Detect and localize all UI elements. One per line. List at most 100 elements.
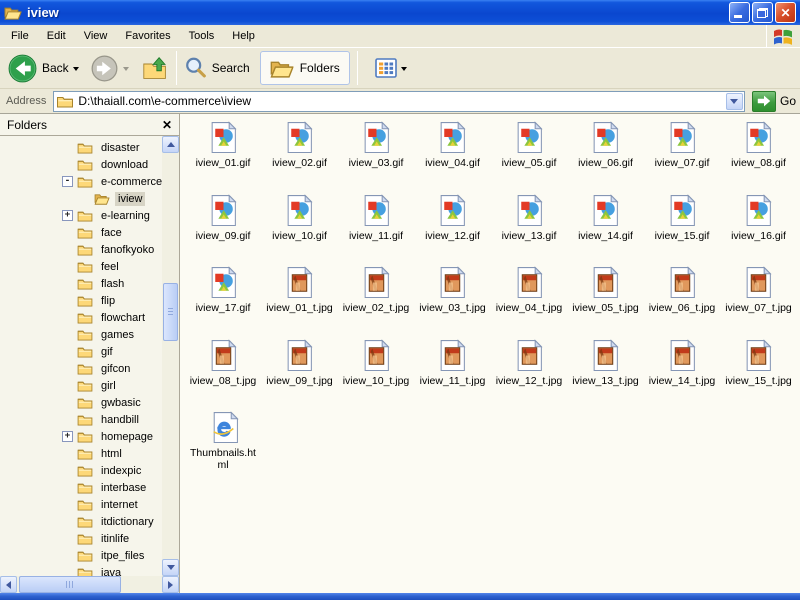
vertical-scroll-thumb[interactable]: [163, 283, 178, 341]
back-dropdown-icon[interactable]: [73, 67, 79, 74]
tree-item[interactable]: iview: [0, 190, 162, 207]
tree-item[interactable]: e-learning: [0, 207, 162, 224]
explorer-window: iview ✕ File Edit View Favorites Tools H…: [0, 0, 800, 600]
file-item[interactable]: iview_01.gif: [185, 118, 261, 191]
file-icon: [513, 121, 546, 154]
file-item[interactable]: iview_08_t.jpg: [185, 336, 261, 409]
search-button[interactable]: Search: [184, 56, 250, 80]
menu-favorites[interactable]: Favorites: [116, 27, 179, 45]
file-item[interactable]: iview_10.gif: [262, 191, 338, 264]
file-item[interactable]: iview_03.gif: [338, 118, 414, 191]
file-item[interactable]: iview_13.gif: [491, 191, 567, 264]
file-item[interactable]: iview_11.gif: [338, 191, 414, 264]
menu-file[interactable]: File: [2, 27, 38, 45]
menu-help[interactable]: Help: [223, 27, 264, 45]
tree-horizontal-scrollbar[interactable]: [0, 576, 179, 593]
file-item[interactable]: iview_14.gif: [568, 191, 644, 264]
tree-item[interactable]: games: [0, 326, 162, 343]
tree-vertical-scrollbar[interactable]: [162, 136, 179, 576]
close-button[interactable]: ✕: [775, 2, 796, 23]
file-item[interactable]: iview_15.gif: [644, 191, 720, 264]
horizontal-scroll-thumb[interactable]: [19, 576, 121, 593]
tree-item[interactable]: gwbasic: [0, 394, 162, 411]
file-item[interactable]: iview_02_t.jpg: [338, 263, 414, 336]
tree-item[interactable]: gif: [0, 343, 162, 360]
tree-item[interactable]: itinlife: [0, 530, 162, 547]
chevron-down-icon: [730, 99, 738, 108]
tree-item[interactable]: e-commerce: [0, 173, 162, 190]
menu-edit[interactable]: Edit: [38, 27, 75, 45]
tree-item[interactable]: internet: [0, 496, 162, 513]
file-item[interactable]: iview_13_t.jpg: [568, 336, 644, 409]
tree-item[interactable]: feel: [0, 258, 162, 275]
file-item[interactable]: iview_04_t.jpg: [491, 263, 567, 336]
minimize-button[interactable]: [729, 2, 750, 23]
file-item[interactable]: iview_09_t.jpg: [262, 336, 338, 409]
tree-item[interactable]: indexpic: [0, 462, 162, 479]
views-dropdown-icon[interactable]: [401, 67, 407, 74]
tree-item[interactable]: flash: [0, 275, 162, 292]
scroll-down-button[interactable]: [162, 559, 179, 576]
file-item[interactable]: iview_07.gif: [644, 118, 720, 191]
tree-item[interactable]: itdictionary: [0, 513, 162, 530]
file-item[interactable]: iview_06_t.jpg: [644, 263, 720, 336]
tree-item[interactable]: download: [0, 156, 162, 173]
file-item[interactable]: iview_11_t.jpg: [415, 336, 491, 409]
scroll-right-button[interactable]: [162, 576, 179, 593]
address-path[interactable]: D:\thaiall.com\e-commerce\iview: [78, 94, 726, 108]
menu-tools[interactable]: Tools: [180, 27, 224, 45]
tree-item[interactable]: homepage: [0, 428, 162, 445]
go-button[interactable]: [752, 91, 776, 112]
horizontal-scroll-track[interactable]: [17, 576, 162, 593]
tree-item[interactable]: flowchart: [0, 309, 162, 326]
file-item[interactable]: iview_15_t.jpg: [721, 336, 797, 409]
forward-button[interactable]: [91, 55, 129, 82]
file-item[interactable]: iview_08.gif: [721, 118, 797, 191]
file-item[interactable]: iview_12.gif: [415, 191, 491, 264]
tree-item[interactable]: disaster: [0, 139, 162, 156]
tree-expander-icon[interactable]: [62, 431, 73, 442]
address-combo[interactable]: D:\thaiall.com\e-commerce\iview: [53, 91, 745, 112]
file-item[interactable]: Thumbnails.html: [185, 408, 261, 481]
vertical-scroll-track[interactable]: [162, 153, 179, 559]
panel-close-icon[interactable]: ✕: [162, 119, 172, 131]
title-bar[interactable]: iview ✕: [0, 0, 800, 25]
file-item[interactable]: iview_07_t.jpg: [721, 263, 797, 336]
tree-expander-icon[interactable]: [62, 176, 73, 187]
file-item[interactable]: iview_16.gif: [721, 191, 797, 264]
file-item[interactable]: iview_17.gif: [185, 263, 261, 336]
file-item[interactable]: iview_02.gif: [262, 118, 338, 191]
tree-item[interactable]: itpe_files: [0, 547, 162, 564]
scroll-up-button[interactable]: [162, 136, 179, 153]
tree-item[interactable]: girl: [0, 377, 162, 394]
tree-expander-icon[interactable]: [62, 210, 73, 221]
file-item[interactable]: iview_04.gif: [415, 118, 491, 191]
tree-item[interactable]: fanofkyoko: [0, 241, 162, 258]
file-item[interactable]: iview_09.gif: [185, 191, 261, 264]
file-item[interactable]: iview_10_t.jpg: [338, 336, 414, 409]
tree-item[interactable]: face: [0, 224, 162, 241]
file-item[interactable]: iview_12_t.jpg: [491, 336, 567, 409]
tree-item[interactable]: html: [0, 445, 162, 462]
file-name: iview_15_t.jpg: [725, 375, 792, 387]
up-button[interactable]: [142, 55, 169, 82]
file-item[interactable]: iview_05_t.jpg: [568, 263, 644, 336]
views-button[interactable]: [375, 58, 407, 78]
tree-item[interactable]: flip: [0, 292, 162, 309]
file-item[interactable]: iview_14_t.jpg: [644, 336, 720, 409]
file-item[interactable]: iview_03_t.jpg: [415, 263, 491, 336]
tree-item[interactable]: handbill: [0, 411, 162, 428]
file-item[interactable]: iview_06.gif: [568, 118, 644, 191]
file-item[interactable]: iview_05.gif: [491, 118, 567, 191]
tree-item[interactable]: interbase: [0, 479, 162, 496]
scroll-left-button[interactable]: [0, 576, 17, 593]
tree-item-label: homepage: [98, 430, 156, 444]
back-button[interactable]: Back: [8, 54, 79, 83]
tree-item[interactable]: java: [0, 564, 162, 576]
address-dropdown-button[interactable]: [726, 93, 743, 110]
folders-toggle-button[interactable]: Folders: [260, 51, 350, 85]
tree-item[interactable]: gifcon: [0, 360, 162, 377]
menu-view[interactable]: View: [75, 27, 117, 45]
file-item[interactable]: iview_01_t.jpg: [262, 263, 338, 336]
restore-button[interactable]: [752, 2, 773, 23]
